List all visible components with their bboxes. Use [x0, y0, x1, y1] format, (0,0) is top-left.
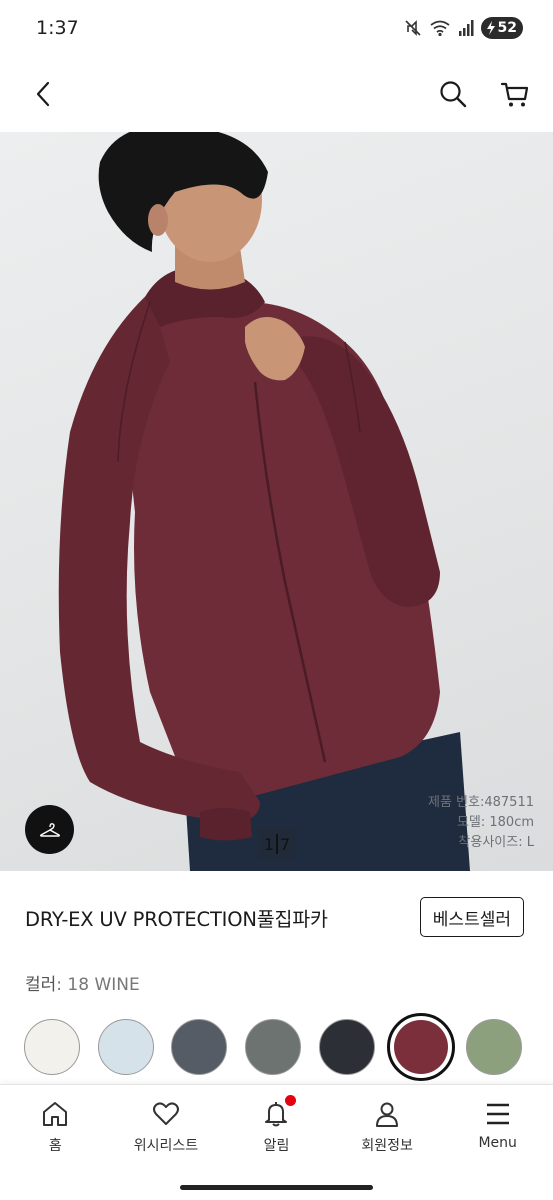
person-icon	[376, 1102, 399, 1127]
status-time: 1:37	[36, 17, 79, 39]
pager-current: 1	[263, 834, 274, 854]
gesture-bar[interactable]	[180, 1185, 373, 1190]
signal-icon	[458, 20, 474, 36]
home-icon	[43, 1102, 68, 1126]
app-header	[0, 56, 553, 132]
color-swatch-fill	[394, 1020, 448, 1074]
bottom-nav: 홈 위시리스트 알림 회원정보 Menu	[0, 1084, 553, 1174]
mute-icon	[404, 20, 421, 36]
color-swatch[interactable]	[245, 1019, 301, 1075]
chevron-left-icon	[36, 81, 50, 107]
bestseller-badge: 베스트셀러	[419, 897, 524, 937]
color-swatch[interactable]	[171, 1019, 227, 1075]
try-on-button[interactable]	[25, 805, 74, 854]
nav-label: 회원정보	[361, 1138, 413, 1154]
product-photo	[58, 132, 470, 871]
model-info-line: 착용사이즈: L	[458, 835, 534, 850]
gesture-area	[0, 1174, 553, 1200]
nav-label: 위시리스트	[133, 1138, 199, 1154]
cart-button[interactable]	[495, 74, 535, 114]
heart-icon	[152, 1102, 179, 1125]
model-info: 제품 번호:487511 모델: 180cm 착용사이즈: L	[428, 793, 534, 853]
pager-total: 7	[280, 834, 291, 854]
hanger-icon	[39, 822, 60, 837]
product-title-row: DRY-EX UV PROTECTION풀집파카 베스트셀러	[0, 871, 553, 963]
notification-badge	[285, 1095, 297, 1106]
charging-icon	[486, 21, 495, 35]
battery-level: 52	[497, 20, 517, 36]
model-info-line: 모델: 180cm	[456, 815, 534, 830]
cart-icon	[500, 82, 529, 107]
model-info-line: 제품 번호:487511	[427, 795, 534, 810]
search-icon	[440, 81, 467, 108]
color-swatches	[0, 1013, 553, 1081]
product-image-carousel[interactable]: 17 제품 번호:487511 모델: 180cm 착용사이즈: L	[0, 132, 553, 871]
color-swatch[interactable]	[98, 1019, 154, 1075]
nav-wishlist[interactable]: 위시리스트	[111, 1085, 222, 1174]
color-label-key: 컬러	[25, 975, 57, 995]
nav-label: 홈	[48, 1138, 62, 1154]
color-value: 18 WINE	[67, 975, 140, 995]
back-button[interactable]	[24, 74, 64, 114]
color-swatch[interactable]	[319, 1019, 375, 1075]
status-bar: 1:37 52	[0, 0, 553, 56]
nav-label: 알림	[263, 1138, 290, 1154]
menu-icon	[486, 1103, 509, 1125]
color-swatch[interactable]	[466, 1019, 522, 1075]
color-label: 컬러: 18 WINE	[25, 975, 140, 995]
pager-separator	[276, 834, 278, 854]
nav-home[interactable]: 홈	[0, 1085, 111, 1174]
battery-indicator: 52	[480, 17, 523, 39]
search-button[interactable]	[433, 74, 473, 114]
nav-menu[interactable]: Menu	[442, 1085, 553, 1174]
nav-notifications[interactable]: 알림	[221, 1085, 332, 1174]
image-pager: 17	[258, 828, 296, 860]
status-icons: 52	[404, 17, 523, 39]
wifi-icon	[429, 20, 450, 37]
nav-member-info[interactable]: 회원정보	[332, 1085, 443, 1174]
product-title: DRY-EX UV PROTECTION풀집파카	[25, 907, 328, 931]
color-swatch[interactable]	[387, 1013, 455, 1081]
nav-label: Menu	[478, 1135, 517, 1151]
color-swatch[interactable]	[24, 1019, 80, 1075]
